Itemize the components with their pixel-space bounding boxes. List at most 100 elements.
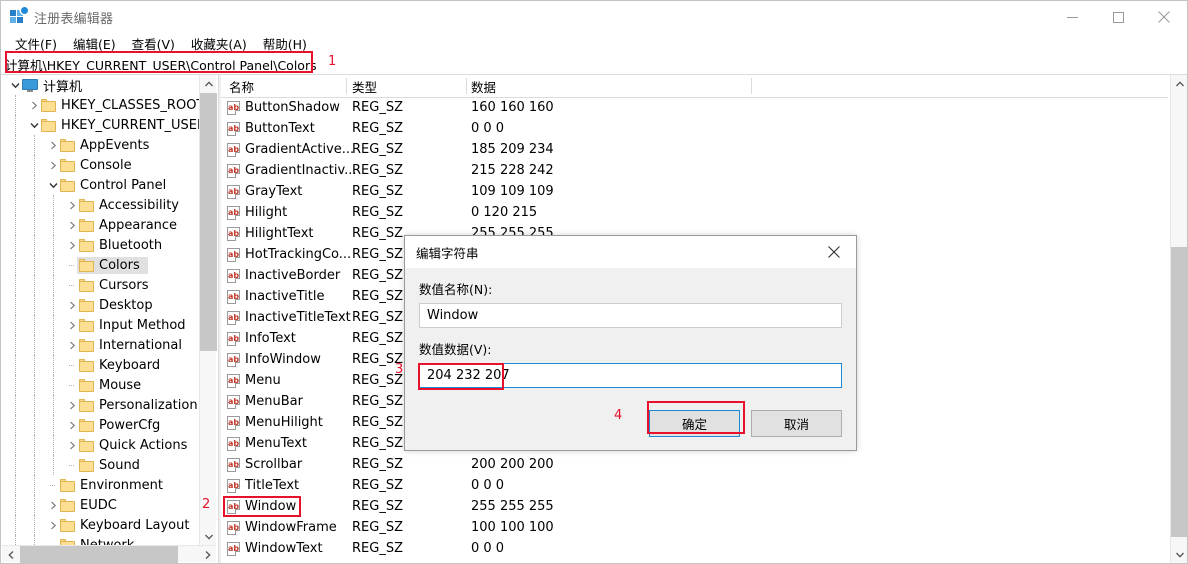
tree-item-personalization[interactable]: Personalization — [2, 395, 199, 415]
tree-item-colors[interactable]: Colors — [2, 255, 199, 275]
menu-edit[interactable]: 编辑(E) — [65, 32, 124, 55]
tree-item-network[interactable]: Network — [2, 535, 199, 545]
chevron-right-icon[interactable] — [46, 515, 60, 535]
menu-file[interactable]: 文件(F) — [7, 32, 65, 55]
tree-item-hkey-classes-root[interactable]: HKEY_CLASSES_ROOT — [2, 95, 199, 115]
tree-scrollbar-thumb[interactable] — [200, 93, 217, 351]
tree-item-powercfg[interactable]: PowerCfg — [2, 415, 199, 435]
column-header-data[interactable]: 数据 — [471, 75, 496, 97]
dialog-ok-button[interactable]: 确定 — [649, 410, 740, 437]
column-divider[interactable] — [466, 78, 467, 94]
tree-item-content[interactable]: HKEY_CLASSES_ROOT — [41, 98, 199, 113]
table-row[interactable]: ab TitleText REG_SZ 0 0 0 — [221, 475, 1168, 496]
table-row[interactable]: ab GradientActive... REG_SZ 185 209 234 — [221, 139, 1168, 160]
chevron-right-icon[interactable] — [65, 295, 79, 315]
tree-item-content[interactable]: AppEvents — [60, 138, 149, 153]
chevron-right-icon[interactable] — [65, 315, 79, 335]
tree-item-appevents[interactable]: AppEvents — [2, 135, 199, 155]
scroll-left-arrow[interactable] — [2, 546, 19, 563]
tree-item-content[interactable]: Quick Actions — [79, 438, 187, 453]
tree-item-content[interactable]: Control Panel — [60, 178, 166, 193]
table-row[interactable]: ab ButtonText REG_SZ 0 0 0 — [221, 118, 1168, 139]
tree-item-content[interactable]: Accessibility — [79, 198, 179, 213]
value-data-input[interactable]: 204 232 207 — [419, 363, 842, 388]
scroll-up-arrow[interactable] — [200, 75, 217, 92]
tree-item-content[interactable]: Keyboard — [79, 358, 160, 373]
tree-item-sound[interactable]: Sound — [2, 455, 199, 475]
tree-hscrollbar-thumb[interactable] — [20, 546, 178, 563]
tree-item-eudc[interactable]: EUDC — [2, 495, 199, 515]
tree-item-content[interactable]: Console — [60, 158, 132, 173]
scroll-down-arrow[interactable] — [200, 528, 217, 545]
tree-item-content[interactable]: Cursors — [79, 278, 149, 293]
tree-item-content[interactable]: 计算机 — [22, 76, 82, 95]
tree-item-content[interactable]: International — [79, 338, 182, 353]
tree-item-hkey-current-user[interactable]: HKEY_CURRENT_USER — [2, 115, 199, 135]
scroll-right-arrow[interactable] — [199, 546, 216, 563]
column-divider[interactable] — [346, 78, 347, 94]
list-vertical-scrollbar[interactable] — [1170, 75, 1188, 563]
tree-item-content[interactable]: Desktop — [79, 298, 153, 313]
tree-item-content[interactable]: Mouse — [79, 378, 141, 393]
menu-favorites[interactable]: 收藏夹(A) — [183, 32, 255, 55]
tree-item-content[interactable]: Appearance — [79, 218, 177, 233]
tree-item-content[interactable]: Network — [60, 538, 134, 545]
scroll-up-arrow[interactable] — [1171, 75, 1188, 92]
tree-item-content[interactable]: HKEY_CURRENT_USER — [41, 118, 199, 133]
menu-view[interactable]: 查看(V) — [124, 32, 183, 55]
chevron-right-icon[interactable] — [46, 495, 60, 515]
tree-item-quick-actions[interactable]: Quick Actions — [2, 435, 199, 455]
scroll-down-arrow[interactable] — [1171, 546, 1188, 563]
table-row[interactable]: ab GradientInactiv... REG_SZ 215 228 242 — [221, 160, 1168, 181]
table-row[interactable]: ab Scrollbar REG_SZ 200 200 200 — [221, 454, 1168, 475]
tree-item-content[interactable]: Colors — [77, 256, 148, 274]
chevron-right-icon[interactable] — [65, 395, 79, 415]
tree-vertical-scrollbar[interactable] — [199, 75, 217, 545]
dialog-close-button[interactable] — [812, 236, 856, 268]
table-row[interactable]: ab Window REG_SZ 255 255 255 — [221, 496, 1168, 517]
table-row[interactable]: ab ButtonShadow REG_SZ 160 160 160 — [221, 97, 1168, 118]
tree-item-content[interactable]: Sound — [79, 458, 140, 473]
column-divider[interactable] — [751, 78, 752, 94]
tree-item-mouse[interactable]: Mouse — [2, 375, 199, 395]
tree-item-input-method[interactable]: Input Method — [2, 315, 199, 335]
registry-tree[interactable]: 计算机 HKEY_CLASSES_ROOT HKEY_CURRENT_USER App… — [2, 75, 199, 545]
tree-item-keyboard[interactable]: Keyboard — [2, 355, 199, 375]
chevron-right-icon[interactable] — [27, 95, 41, 115]
chevron-right-icon[interactable] — [46, 155, 60, 175]
table-row[interactable]: ab GrayText REG_SZ 109 109 109 — [221, 181, 1168, 202]
list-scrollbar-thumb[interactable] — [1171, 247, 1188, 537]
tree-item-environment[interactable]: Environment — [2, 475, 199, 495]
chevron-down-icon[interactable] — [27, 115, 41, 135]
tree-item-content[interactable]: Personalization — [79, 398, 198, 413]
column-header-type[interactable]: 类型 — [352, 75, 377, 97]
dialog-cancel-button[interactable]: 取消 — [751, 410, 842, 437]
tree-item-appearance[interactable]: Appearance — [2, 215, 199, 235]
tree-item-accessibility[interactable]: Accessibility — [2, 195, 199, 215]
chevron-right-icon[interactable] — [46, 135, 60, 155]
value-name-input[interactable]: Window — [419, 303, 842, 328]
table-row[interactable]: ab WindowFrame REG_SZ 100 100 100 — [221, 517, 1168, 538]
tree-item-content[interactable]: PowerCfg — [79, 418, 160, 433]
chevron-right-icon[interactable] — [65, 415, 79, 435]
chevron-down-icon[interactable] — [46, 175, 60, 195]
minimize-button[interactable] — [1049, 1, 1095, 33]
tree-item-international[interactable]: International — [2, 335, 199, 355]
chevron-right-icon[interactable] — [65, 195, 79, 215]
tree-item-content[interactable]: EUDC — [60, 498, 117, 513]
tree-item-content[interactable]: Bluetooth — [79, 238, 162, 253]
maximize-button[interactable] — [1095, 1, 1141, 33]
menu-help[interactable]: 帮助(H) — [255, 32, 315, 55]
chevron-right-icon[interactable] — [65, 435, 79, 455]
tree-item-keyboard-layout[interactable]: Keyboard Layout — [2, 515, 199, 535]
tree-item-bluetooth[interactable]: Bluetooth — [2, 235, 199, 255]
tree-item-console[interactable]: Console — [2, 155, 199, 175]
tree-item-content[interactable]: Input Method — [79, 318, 186, 333]
chevron-down-icon[interactable] — [8, 75, 22, 95]
table-row[interactable]: ab Hilight REG_SZ 0 120 215 — [221, 202, 1168, 223]
tree-item-content[interactable]: Keyboard Layout — [60, 518, 189, 533]
tree-horizontal-scrollbar[interactable] — [2, 545, 216, 563]
table-row[interactable]: ab WindowText REG_SZ 0 0 0 — [221, 538, 1168, 559]
tree-item-[interactable]: 计算机 — [2, 75, 199, 95]
tree-item-cursors[interactable]: Cursors — [2, 275, 199, 295]
